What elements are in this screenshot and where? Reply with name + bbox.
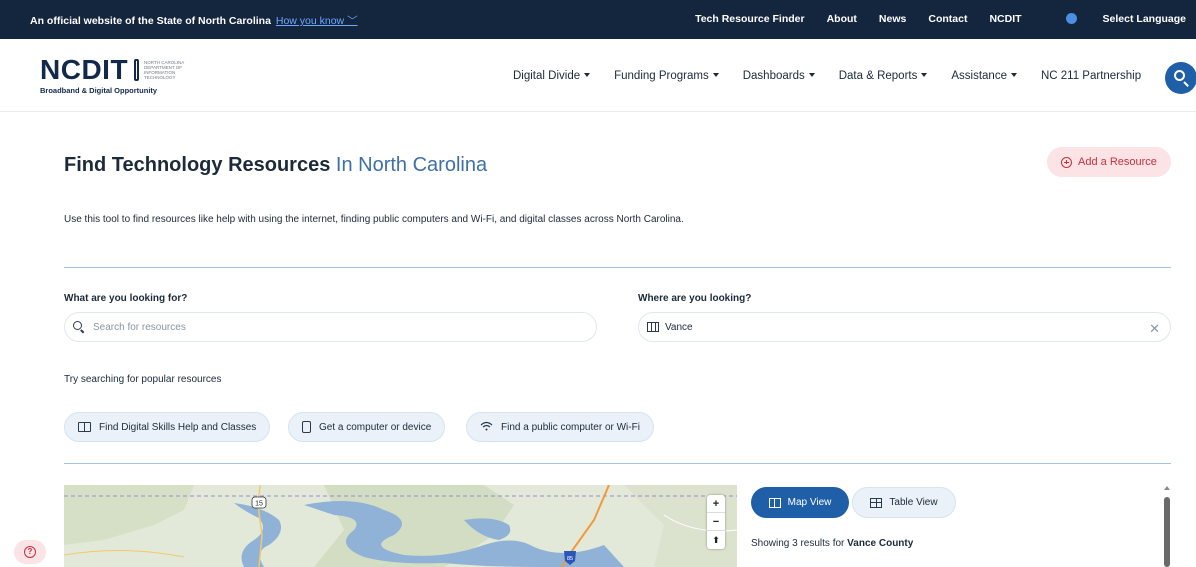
- reset-north-button[interactable]: ⬆: [707, 531, 725, 549]
- how-you-know-link[interactable]: How you know ﹀: [276, 15, 358, 27]
- top-link-ncdit[interactable]: NCDIT: [989, 13, 1021, 25]
- search-icon: [1174, 70, 1185, 81]
- zoom-out-button[interactable]: −: [707, 513, 725, 531]
- nav-item-assistance[interactable]: Assistance: [951, 70, 1017, 82]
- caret-down-icon: [712, 73, 719, 77]
- svg-text:85: 85: [567, 556, 573, 562]
- divider: [64, 267, 1171, 268]
- select-language-button[interactable]: Select Language: [1044, 13, 1186, 25]
- ncdit-logo[interactable]: NCDIT NORTH CAROLINA DEPARTMENT OF INFOR…: [40, 54, 186, 96]
- table-view-button[interactable]: Table View: [852, 487, 956, 518]
- caret-down-icon: [921, 73, 928, 77]
- what-label: What are you looking for?: [64, 293, 188, 304]
- scroll-up-arrow-icon[interactable]: [1164, 486, 1170, 490]
- zoom-in-button[interactable]: +: [707, 495, 725, 513]
- caret-down-icon: [1010, 73, 1017, 77]
- popular-label: Try searching for popular resources: [64, 374, 222, 385]
- official-banner: An official website of the State of Nort…: [0, 0, 1196, 39]
- nav-item-data-reports[interactable]: Data & Reports: [839, 70, 928, 82]
- book-icon: [78, 422, 91, 432]
- nav-item-funding-programs[interactable]: Funding Programs: [614, 70, 719, 82]
- help-button[interactable]: ?: [14, 540, 46, 564]
- map-icon: [647, 322, 659, 332]
- globe-icon: [1065, 13, 1077, 24]
- chevron-down-icon: ﹀: [347, 15, 358, 27]
- results-scrollbar[interactable]: [1164, 497, 1170, 567]
- resource-search-field[interactable]: [64, 312, 597, 342]
- top-link-contact[interactable]: Contact: [928, 13, 967, 25]
- results-summary: Showing 3 results for Vance County: [751, 538, 914, 549]
- caret-down-icon: [808, 73, 815, 77]
- table-icon: [870, 497, 883, 508]
- where-label: Where are you looking?: [638, 293, 752, 304]
- logo-subtitle: Broadband & Digital Opportunity: [40, 86, 158, 95]
- logo-text: NCDIT: [40, 54, 129, 85]
- clear-icon[interactable]: ✕: [1149, 321, 1160, 337]
- utility-nav: Tech Resource Finder About News Contact …: [673, 13, 1186, 25]
- site-header: NCDIT NORTH CAROLINA DEPARTMENT OF INFOR…: [0, 39, 1196, 112]
- top-link-about[interactable]: About: [827, 13, 857, 25]
- map-view-button[interactable]: Map View: [751, 487, 849, 518]
- question-circle-icon: ?: [24, 546, 36, 558]
- official-site-notice: An official website of the State of Nort…: [30, 13, 358, 28]
- top-link-news[interactable]: News: [879, 13, 906, 25]
- official-text: An official website of the State of Nort…: [30, 15, 271, 27]
- nav-item-dashboards[interactable]: Dashboards: [743, 70, 815, 82]
- chip-public-computer-wifi[interactable]: Find a public computer or Wi-Fi: [466, 412, 654, 442]
- map-icon: [768, 497, 781, 508]
- tablet-icon: [302, 421, 311, 433]
- caret-down-icon: [584, 73, 591, 77]
- svg-text:15: 15: [255, 501, 263, 508]
- map-tiles: 15 85: [64, 485, 737, 567]
- site-search-button[interactable]: [1165, 62, 1196, 94]
- wifi-icon: [480, 421, 493, 434]
- chip-digital-skills[interactable]: Find Digital Skills Help and Classes: [64, 412, 271, 442]
- map-zoom-controls: + − ⬆: [707, 495, 725, 549]
- resource-search-input[interactable]: [93, 321, 596, 333]
- resource-map[interactable]: 15 85 + − ⬆: [64, 485, 737, 567]
- plus-circle-icon: [1061, 156, 1073, 168]
- chip-get-computer[interactable]: Get a computer or device: [288, 412, 446, 442]
- search-icon: [73, 321, 85, 334]
- logo-department-text: NORTH CAROLINA DEPARTMENT OF INFORMATION…: [144, 60, 184, 80]
- nav-item-digital-divide[interactable]: Digital Divide: [513, 70, 591, 82]
- page-title: Find Technology Resources In North Carol…: [64, 154, 488, 176]
- nav-item-nc-211-partnership[interactable]: NC 211 Partnership: [1041, 70, 1141, 82]
- page-description: Use this tool to find resources like hel…: [64, 214, 684, 225]
- divider: [64, 463, 1171, 464]
- top-link-tech-resource-finder[interactable]: Tech Resource Finder: [695, 13, 805, 25]
- add-resource-button[interactable]: Add a Resource: [1047, 147, 1171, 177]
- us-route-15-shield-icon: 15: [251, 496, 267, 509]
- results-county: Vance County: [847, 538, 914, 549]
- location-input[interactable]: [665, 321, 1170, 333]
- logo-mark-icon: [134, 59, 140, 81]
- location-field[interactable]: ✕: [638, 312, 1171, 342]
- main-nav: Digital Divide Funding Programs Dashboar…: [513, 70, 1165, 82]
